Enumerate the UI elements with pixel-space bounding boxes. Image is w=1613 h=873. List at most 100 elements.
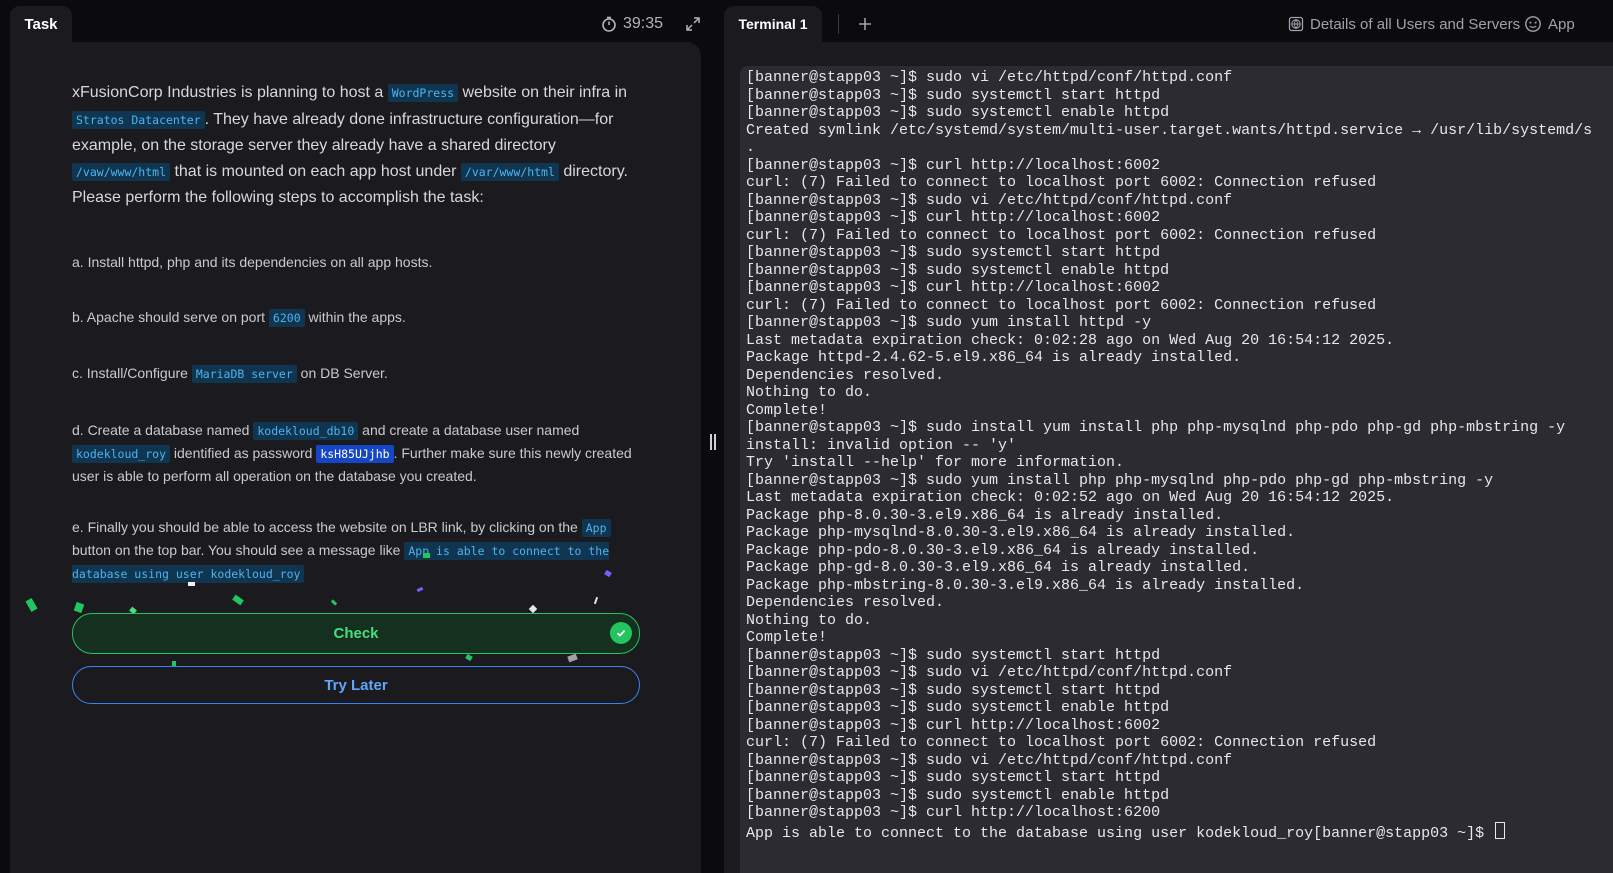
tab-terminal-1[interactable]: Terminal 1 bbox=[724, 6, 822, 42]
confetti-piece bbox=[465, 653, 473, 662]
app-link-label: App bbox=[1548, 15, 1575, 33]
confetti-piece bbox=[330, 599, 338, 606]
terminal-line: [banner@stapp03 ~]$ curl http://localhos… bbox=[746, 716, 1161, 734]
terminal-line: install: invalid option -- 'y' bbox=[746, 436, 1017, 454]
step-text: d. Create a database named bbox=[72, 422, 254, 438]
terminal-line: [banner@stapp03 ~]$ sudo systemctl enabl… bbox=[746, 699, 1170, 716]
app-link[interactable]: App bbox=[1524, 14, 1575, 34]
confetti-piece bbox=[593, 596, 599, 605]
code-app: App bbox=[581, 519, 611, 537]
step-text: identified as password bbox=[170, 445, 317, 461]
step-b: b. Apache should serve on port 6200 with… bbox=[72, 306, 642, 329]
step-a: a. Install httpd, php and its dependenci… bbox=[72, 254, 433, 270]
terminal-line: [banner@stapp03 ~]$ curl http://localhos… bbox=[746, 209, 1161, 226]
terminal-line: Created symlink /etc/systemd/system/mult… bbox=[746, 121, 1593, 139]
timer-icon bbox=[602, 16, 616, 32]
code-datacenter: Stratos Datacenter bbox=[72, 110, 205, 129]
terminal-line: curl: (7) Failed to connect to localhost… bbox=[746, 734, 1377, 751]
code-db-name: kodekloud_db10 bbox=[253, 422, 359, 440]
terminal-line: Package httpd-2.4.62-5.el9.x86_64 is alr… bbox=[746, 349, 1242, 366]
code-wordpress: WordPress bbox=[387, 84, 459, 102]
tab-terminal-label: Terminal 1 bbox=[738, 16, 808, 32]
step-text: button on the top bar. You should see a … bbox=[72, 542, 405, 558]
step-text: e. Finally you should be able to access … bbox=[72, 519, 582, 535]
terminal-line: Last metadata expiration check: 0:02:28 … bbox=[746, 331, 1395, 349]
terminal-line: [banner@stapp03 ~]$ curl http://localhos… bbox=[746, 279, 1161, 296]
task-panel: xFusionCorp Industries is planning to ho… bbox=[10, 42, 701, 873]
task-intro: xFusionCorp Industries is planning to ho… bbox=[72, 80, 642, 211]
terminal-line: [banner@stapp03 ~]$ sudo systemctl start… bbox=[746, 769, 1161, 786]
terminal-output: [banner@stapp03 ~]$ sudo vi /etc/httpd/c… bbox=[746, 69, 1592, 842]
terminal-line: [banner@stapp03 ~]$ curl http://localhos… bbox=[746, 804, 1161, 821]
terminal-line: Package php-gd-8.0.30-3.el9.x86_64 is al… bbox=[746, 559, 1251, 576]
confetti-piece bbox=[528, 604, 538, 614]
terminal-line: [banner@stapp03 ~]$ sudo install yum ins… bbox=[746, 419, 1566, 436]
confetti-piece bbox=[567, 653, 578, 663]
terminal-window[interactable]: [banner@stapp03 ~]$ sudo vi /etc/httpd/c… bbox=[740, 66, 1613, 873]
timer-value: 39:35 bbox=[623, 15, 664, 32]
tab-task-label: Task bbox=[24, 15, 58, 33]
terminal-cursor bbox=[1495, 821, 1506, 839]
terminal-line: [banner@stapp03 ~]$ sudo vi /etc/httpd/c… bbox=[746, 191, 1233, 209]
terminal-line: [banner@stapp03 ~]$ sudo vi /etc/httpd/c… bbox=[746, 664, 1233, 681]
terminal-line: [banner@stapp03 ~]$ sudo systemctl start… bbox=[746, 646, 1161, 664]
terminal-line: Package php-mysqlnd-8.0.30-3.el9.x86_64 … bbox=[746, 524, 1296, 541]
confetti-piece bbox=[416, 586, 424, 593]
tab-separator bbox=[838, 14, 839, 34]
terminal-line: Package php-8.0.30-3.el9.x86_64 is alrea… bbox=[746, 506, 1224, 524]
step-text: b. Apache should serve on port bbox=[72, 309, 269, 325]
terminal-line: Nothing to do. bbox=[746, 611, 873, 629]
step-c: c. Install/Configure MariaDB server on D… bbox=[72, 362, 642, 385]
confetti-piece bbox=[232, 594, 244, 606]
confetti-piece bbox=[423, 553, 430, 558]
terminal-line: [banner@stapp03 ~]$ sudo systemctl enabl… bbox=[746, 104, 1170, 121]
terminal-line: [banner@stapp03 ~]$ sudo systemctl start… bbox=[746, 681, 1161, 699]
details-link-label: Details of all Users and Servers bbox=[1310, 15, 1521, 33]
terminal-line: [banner@stapp03 ~]$ sudo systemctl enabl… bbox=[746, 786, 1170, 804]
check-circle-icon bbox=[610, 622, 632, 644]
code-mariadb: MariaDB server bbox=[191, 365, 297, 383]
terminal-line: curl: (7) Failed to connect to localhost… bbox=[746, 296, 1377, 314]
terminal-line: App is able to connect to the database u… bbox=[746, 824, 1494, 842]
terminal-line: . bbox=[746, 139, 756, 156]
code-mount-dir: /var/www/html bbox=[460, 162, 559, 181]
details-users-servers-link[interactable]: Details of all Users and Servers bbox=[1288, 14, 1520, 34]
intro-text: website on their infra in bbox=[458, 84, 628, 101]
timer: 39:35 bbox=[601, 14, 663, 34]
terminal-line: [banner@stapp03 ~]$ sudo yum install php… bbox=[746, 471, 1494, 489]
code-port: 6200 bbox=[268, 309, 305, 327]
terminal-line: Package php-mbstring-8.0.30-3.el9.x86_64… bbox=[746, 576, 1305, 594]
intro-text: that is mounted on each app host under bbox=[170, 162, 461, 180]
check-button-label: Check bbox=[333, 625, 379, 642]
intro-text: xFusionCorp Industries is planning to ho… bbox=[72, 84, 388, 101]
step-e: e. Finally you should be able to access … bbox=[72, 516, 642, 585]
code-db-password[interactable]: ksH85UJjhb bbox=[316, 445, 394, 463]
resize-handle-icon[interactable] bbox=[710, 434, 716, 450]
terminal-line: [banner@stapp03 ~]$ sudo systemctl start… bbox=[746, 244, 1161, 261]
terminal-line: [banner@stapp03 ~]$ sudo systemctl enabl… bbox=[746, 261, 1170, 279]
try-later-button-label: Try Later bbox=[324, 676, 388, 694]
terminal-line: Last metadata expiration check: 0:02:52 … bbox=[746, 489, 1395, 506]
terminal-line: Dependencies resolved. bbox=[746, 366, 945, 384]
step-text: and create a database user named bbox=[358, 422, 580, 438]
terminal-line: curl: (7) Failed to connect to localhost… bbox=[746, 226, 1377, 244]
step-d: d. Create a database named kodekloud_db1… bbox=[72, 419, 642, 487]
try-later-button[interactable]: Try Later bbox=[72, 666, 640, 704]
terminal-line: [banner@stapp03 ~]$ sudo systemctl start… bbox=[746, 86, 1161, 104]
terminal-line: Complete! bbox=[746, 401, 828, 419]
confetti-piece bbox=[188, 582, 195, 586]
globe-icon bbox=[1288, 16, 1304, 32]
terminal-line: Nothing to do. bbox=[746, 384, 873, 401]
expand-icon[interactable] bbox=[685, 16, 701, 32]
step-text: on DB Server. bbox=[296, 365, 388, 381]
check-button[interactable]: Check bbox=[72, 613, 640, 654]
plus-icon[interactable] bbox=[857, 16, 873, 32]
terminal-line: Try 'install --help' for more informatio… bbox=[746, 454, 1125, 471]
app-icon bbox=[1525, 16, 1541, 32]
confetti-piece bbox=[25, 598, 38, 612]
confetti-piece bbox=[73, 601, 85, 614]
terminal-line: [banner@stapp03 ~]$ curl http://localhos… bbox=[746, 156, 1161, 174]
tab-task[interactable]: Task bbox=[10, 6, 72, 42]
terminal-line: Dependencies resolved. bbox=[746, 594, 945, 611]
step-text: within the apps. bbox=[304, 309, 406, 325]
